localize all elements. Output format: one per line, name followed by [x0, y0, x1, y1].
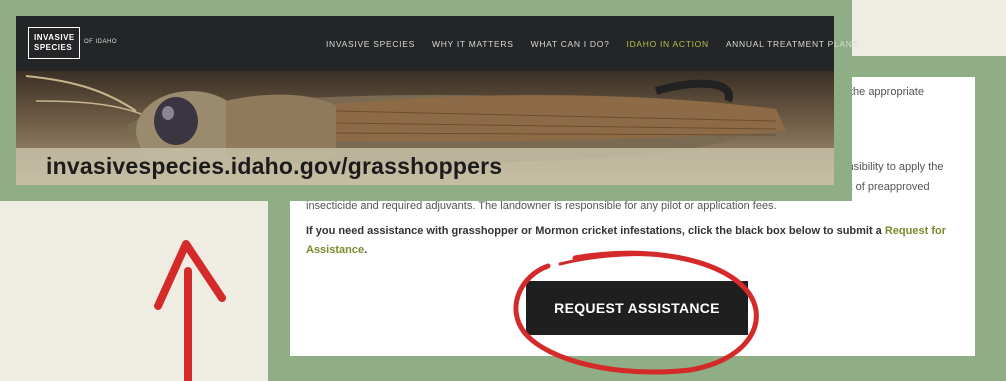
- nav-menu: INVASIVE SPECIES WHY IT MATTERS WHAT CAN…: [326, 16, 876, 71]
- logo-line2: SPECIES: [34, 43, 73, 52]
- nav-item-idaho-in-action[interactable]: IDAHO IN ACTION: [627, 39, 709, 49]
- nav-item-why-it-matters[interactable]: WHY IT MATTERS: [432, 39, 514, 49]
- site-navbar: INVASIVE SPECIES OF IDAHO INVASIVE SPECI…: [16, 16, 858, 71]
- site-logo[interactable]: INVASIVE SPECIES: [28, 27, 80, 59]
- nav-item-annual-treatment-plans[interactable]: ANNUAL TREATMENT PLANS: [726, 39, 859, 49]
- url-text: invasivespecies.idaho.gov/grasshoppers: [46, 153, 503, 179]
- nav-item-invasive-species[interactable]: INVASIVE SPECIES: [326, 39, 415, 49]
- logo-suffix: OF IDAHO: [84, 39, 118, 45]
- logo-line1: INVASIVE: [34, 33, 75, 42]
- nav-item-what-can-i-do[interactable]: WHAT CAN I DO?: [531, 39, 610, 49]
- red-up-arrow-icon: [154, 240, 226, 381]
